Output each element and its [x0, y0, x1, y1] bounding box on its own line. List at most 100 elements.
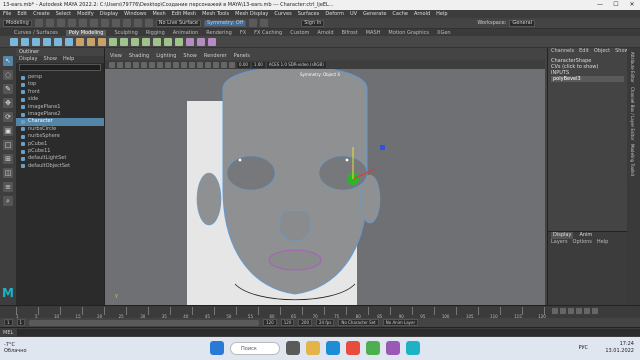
undo-button[interactable]	[67, 19, 76, 27]
save-scene-button[interactable]	[56, 19, 65, 27]
poly-cylinder-icon[interactable]	[32, 37, 40, 46]
wireframe-icon[interactable]	[165, 61, 171, 68]
menu-help[interactable]: Help	[436, 11, 447, 17]
shelf-tab[interactable]: Sculpting	[114, 30, 137, 36]
snap-curve-button[interactable]	[133, 19, 142, 27]
far-clip-field[interactable]: 1.00	[251, 61, 265, 68]
smooth-shade-icon[interactable]	[173, 61, 179, 68]
outliner-item[interactable]: defaultObjectSet	[16, 163, 104, 170]
menu-modify[interactable]: Modify	[77, 11, 94, 17]
play-forward-icon[interactable]	[576, 308, 582, 314]
outliner-item[interactable]: front	[16, 89, 104, 96]
system-clock[interactable]: 17:24 13.01.2022	[605, 341, 634, 355]
sign-in-button[interactable]: Sign In	[301, 19, 325, 27]
shelf-tab[interactable]: XGen	[437, 30, 451, 36]
poly-plane-icon[interactable]	[65, 37, 73, 46]
menu-mesh[interactable]: Mesh	[152, 11, 165, 17]
shelf-tab[interactable]: Bifrost	[342, 30, 358, 36]
help-menu[interactable]: Help	[597, 239, 608, 246]
channel-input-node[interactable]: polyBevel3	[551, 76, 624, 82]
paint-select-icon[interactable]: ✎	[3, 84, 13, 94]
outliner-layout-icon[interactable]: ≡	[3, 182, 13, 192]
snap-point-button[interactable]	[144, 19, 153, 27]
grid-toggle-icon[interactable]	[141, 61, 147, 68]
outliner-search-input[interactable]	[19, 64, 101, 71]
go-to-end-icon[interactable]	[592, 308, 598, 314]
menu-file[interactable]: File	[3, 11, 11, 17]
extrude-icon[interactable]	[109, 37, 117, 46]
magnifier-icon[interactable]: ⌕	[3, 196, 13, 206]
side-tab-modeling-toolkit[interactable]: Modeling Toolkit	[630, 144, 635, 176]
menu-windows[interactable]: Windows	[124, 11, 146, 17]
live-surface-field[interactable]: No Live Surface	[155, 19, 201, 27]
options-menu[interactable]: Options	[573, 239, 592, 246]
move-tool-icon[interactable]: ✥	[3, 98, 13, 108]
viewport-menu-shading[interactable]: Shading	[129, 53, 149, 60]
poly-torus-icon[interactable]	[54, 37, 62, 46]
wireframe-on-shaded-icon[interactable]	[181, 61, 187, 68]
outliner-item-selected[interactable]: Character	[16, 118, 104, 126]
menu-surfaces[interactable]: Surfaces	[298, 11, 320, 17]
workspace-dropdown[interactable]: General	[509, 19, 536, 27]
shelf-tab[interactable]: Rendering	[206, 30, 232, 36]
playback-start-field[interactable]: 1	[16, 319, 26, 326]
play-back-icon[interactable]	[568, 308, 574, 314]
menu-uv[interactable]: UV	[350, 11, 357, 17]
smooth-icon[interactable]	[98, 37, 106, 46]
outliner-item[interactable]: imagePlane2	[16, 111, 104, 118]
minimize-icon[interactable]: —	[592, 0, 608, 10]
maya-taskbar-icon[interactable]	[406, 341, 420, 355]
shelf-tab[interactable]: FX Caching	[254, 30, 282, 36]
mode-dropdown[interactable]: Modeling	[3, 19, 32, 27]
layout-two-icon[interactable]: ◫	[3, 168, 13, 178]
menu-deform[interactable]: Deform	[325, 11, 344, 17]
new-scene-button[interactable]	[34, 19, 43, 27]
shelf-tab[interactable]: Motion Graphics	[388, 30, 429, 36]
step-forward-icon[interactable]	[584, 308, 590, 314]
outliner-item[interactable]: imagePlane1	[16, 104, 104, 111]
menu-curves[interactable]: Curves	[274, 11, 291, 17]
textured-icon[interactable]	[189, 61, 195, 68]
outliner-item[interactable]: top	[16, 81, 104, 88]
outliner-menu-display[interactable]: Display	[19, 56, 37, 63]
shelf-tab[interactable]: Animation	[173, 30, 199, 36]
fps-dropdown[interactable]: 24 fps	[316, 319, 335, 326]
mel-label[interactable]: MEL	[3, 330, 13, 336]
layers-menu[interactable]: Layers	[551, 239, 568, 246]
yandex-icon[interactable]	[346, 341, 360, 355]
uv-editor-icon[interactable]	[186, 37, 194, 46]
image-plane-toggle-icon[interactable]	[133, 61, 139, 68]
menu-mesh-tools[interactable]: Mesh Tools	[202, 11, 229, 17]
messenger-icon[interactable]	[386, 341, 400, 355]
shelf-tab[interactable]: Arnold	[317, 30, 333, 36]
shelf-tab[interactable]: FX	[240, 30, 246, 36]
language-indicator[interactable]: РУС	[578, 345, 588, 351]
weather-widget[interactable]: -7°C Облачно	[4, 342, 27, 354]
scale-tool-icon[interactable]: ▣	[3, 126, 13, 136]
viewport-menu-lighting[interactable]: Lighting	[156, 53, 176, 60]
menu-cache[interactable]: Cache	[392, 11, 408, 17]
menu-generate[interactable]: Generate	[363, 11, 386, 17]
separate-icon[interactable]	[87, 37, 95, 46]
film-gate-icon[interactable]	[149, 61, 155, 68]
viewport-3d[interactable]: y Symmetry: Object X	[105, 69, 545, 305]
menu-edit-mesh[interactable]: Edit Mesh	[172, 11, 196, 17]
shelf-tab[interactable]: Custom	[290, 30, 309, 36]
combine-icon[interactable]	[76, 37, 84, 46]
rotate-tool-icon[interactable]: ⟳	[3, 112, 13, 122]
playback-end-field[interactable]: 120	[280, 319, 295, 326]
render-button[interactable]	[249, 19, 258, 27]
animation-end-field[interactable]: 200	[298, 319, 313, 326]
select-component-button[interactable]	[111, 19, 120, 27]
lights-icon[interactable]	[197, 61, 203, 68]
outliner-item[interactable]: pCube11	[16, 148, 104, 155]
shelf-tab[interactable]: MASH	[366, 30, 381, 36]
menu-display[interactable]: Display	[100, 11, 118, 17]
redo-button[interactable]	[78, 19, 87, 27]
open-scene-button[interactable]	[45, 19, 54, 27]
lasso-tool-icon[interactable]: ◌	[3, 70, 13, 80]
menu-arnold[interactable]: Arnold	[414, 11, 430, 17]
outliner-item[interactable]: pCube1	[16, 141, 104, 148]
channels-menu-channels[interactable]: Channels	[551, 48, 574, 55]
select-hierarchy-button[interactable]	[89, 19, 98, 27]
